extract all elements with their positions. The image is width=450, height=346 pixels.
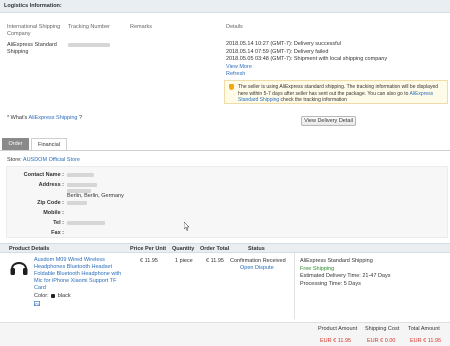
remarks-column-header: Remarks — [130, 24, 153, 30]
quantity-header: Quantity — [172, 246, 195, 252]
city-line: Berlin, Berlin, Germany — [67, 193, 124, 199]
address-labels: Contact Name : Address : Zip Code : Mobi… — [8, 170, 64, 238]
warning-icon — [229, 84, 234, 90]
tab-financial[interactable]: Financial — [31, 138, 67, 150]
order-total-header: Order Total — [200, 246, 230, 252]
column-divider — [294, 253, 295, 319]
refresh-link[interactable]: Refresh — [226, 71, 387, 79]
mouse-cursor-icon — [184, 222, 190, 231]
tracking-notice: The seller is using AliExpress standard … — [224, 80, 448, 104]
store-name-link[interactable]: AUSDOM Official Store — [23, 157, 80, 163]
estimated-delivery-time: Estimated Delivery Time: 21-47 Days — [300, 273, 391, 279]
shipping-info: AliExpress Standard Shipping Free Shippi… — [300, 258, 390, 288]
product-title-link[interactable]: Ausdom M09 Wired Wireless Headphones Blu… — [34, 257, 121, 292]
shipping-method: AliExpress Standard Shipping — [300, 258, 373, 264]
color-swatch-icon — [51, 293, 56, 298]
fax-label: Fax : — [51, 230, 64, 236]
details-column-header: Details — [226, 24, 243, 30]
tabs-divider — [0, 150, 450, 151]
snapshot-icon[interactable] — [34, 301, 40, 306]
total-amount-label: Total Amount — [408, 326, 440, 332]
mobile-label: Mobile : — [43, 210, 64, 216]
contact-name-redacted — [67, 173, 94, 177]
product-table-header: Product Details Price Per Unit Quantity … — [0, 243, 450, 253]
tracking-event: 2018.05.05 03:48 (GMT-7): Shipment with … — [226, 56, 388, 62]
tracking-column-header: Tracking Number — [68, 24, 110, 30]
logistics-header: Logistics Information: — [0, 0, 450, 13]
shipping-company: AliExpress Standard Shipping — [7, 42, 57, 55]
shipping-cost-label: Shipping Cost — [365, 326, 400, 332]
tracking-event: 2018.05.14 07:59 (GMT-7): Delivery faile… — [226, 48, 329, 55]
tel-redacted — [67, 221, 105, 225]
contact-name-label: Contact Name : — [23, 172, 64, 178]
total-amount-value: EUR € 11.95 — [410, 338, 442, 344]
free-shipping-label: Free Shipping — [300, 265, 335, 272]
tracking-event: 2018.05.14 10:27 (GMT-7): Delivery succe… — [226, 41, 341, 47]
headphones-product-image[interactable] — [9, 258, 29, 276]
view-more-link[interactable]: View More — [226, 64, 387, 72]
product-price: € 11.95 — [140, 258, 158, 264]
open-dispute-link[interactable]: Open Dispute — [240, 265, 274, 271]
address-label: Address : — [38, 182, 64, 188]
tab-order[interactable]: Order — [2, 138, 29, 150]
tel-label: Tel : — [53, 220, 64, 226]
zip-code-redacted — [67, 201, 87, 205]
notice-text: The seller is using AliExpress standard … — [238, 84, 439, 103]
product-amount-value: EUR € 11.95 — [320, 338, 352, 344]
product-order-total: € 11.95 — [206, 258, 224, 264]
whats-shipping: * What's AliExpress Shipping ? — [7, 115, 83, 121]
zip-code-label: Zip Code : — [37, 200, 64, 206]
aliexpress-shipping-link[interactable]: AliExpress Shipping — [29, 115, 78, 121]
product-quantity: 1 piece — [175, 258, 193, 264]
shipping-cost-value: EUR € 0.00 — [367, 338, 396, 344]
tracking-events: 2018.05.14 10:27 (GMT-7): Delivery succe… — [226, 41, 387, 79]
product-color: Color: black — [34, 293, 71, 299]
tracking-number-redacted — [68, 43, 110, 47]
logistics-title: Logistics Information: — [4, 3, 62, 9]
processing-time: Processing Time: 5 Days — [300, 280, 361, 287]
order-status: Confirmation Received — [230, 258, 286, 264]
store-line: Store: AUSDOM Official Store — [7, 157, 80, 163]
product-details-header: Product Details — [9, 246, 50, 252]
price-per-unit-header: Price Per Unit — [130, 246, 167, 252]
company-column-header: International Shipping Company — [7, 24, 61, 37]
product-amount-label: Product Amount — [318, 326, 358, 332]
view-delivery-detail-button[interactable]: View Delivery Detail — [301, 116, 356, 126]
status-header: Status — [248, 246, 265, 252]
address-line-redacted — [67, 183, 97, 187]
